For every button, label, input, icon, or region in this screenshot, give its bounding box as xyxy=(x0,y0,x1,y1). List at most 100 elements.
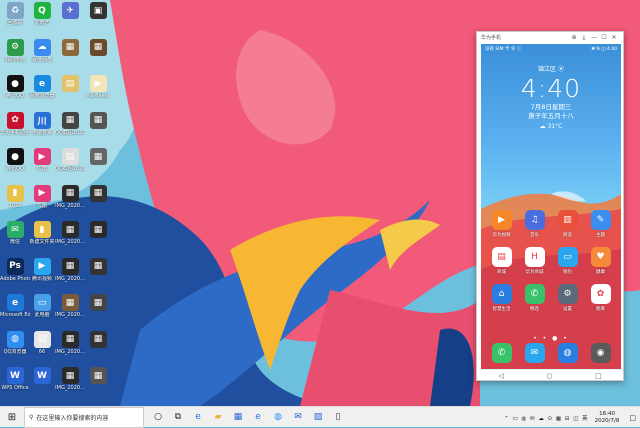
clock-date: 7月8日星期三 xyxy=(530,103,572,111)
desktop-icon[interactable]: PsAdobe Photosho... xyxy=(0,257,30,282)
cortana-icon[interactable]: ○ xyxy=(148,407,168,428)
close-button[interactable]: ✕ xyxy=(609,34,619,41)
pin-icon[interactable]: ⊕ xyxy=(569,34,579,41)
phone-app[interactable]: ✎ 主题 xyxy=(584,210,617,238)
phone-app[interactable]: ▥ 阅读 xyxy=(551,210,584,238)
desktop-icon[interactable]: ▦ xyxy=(83,111,113,130)
desktop-icon-label: 腾讯QQ xyxy=(6,93,24,99)
phone-app[interactable]: ✿ 图库 xyxy=(584,284,617,312)
desktop-icon[interactable]: W xyxy=(27,367,57,385)
desktop-icon-label: QQ截图20200... xyxy=(55,129,85,136)
desktop-icon[interactable]: ▶ PotPlayer xyxy=(83,75,113,99)
desktop-icon[interactable]: ▦ IMG_2020... xyxy=(55,294,85,318)
window-titlebar[interactable]: 华为手机 ⊕ ⤓ — ☐ ✕ xyxy=(477,32,623,43)
desktop-icon[interactable]: ▭ 此电脑 xyxy=(27,294,57,318)
app-icon: ◍ xyxy=(557,343,578,363)
desktop-icon[interactable]: ▦ xyxy=(83,221,113,239)
search-box[interactable]: ⚲ 在这里输入你要搜索的内容 xyxy=(24,406,144,428)
minimize-button[interactable]: — xyxy=(589,34,599,41)
dock-app[interactable]: ◉ xyxy=(584,343,617,365)
app-icon: ✎ xyxy=(590,210,611,230)
taskbar-clock[interactable]: 16:40 2020/7/8 xyxy=(589,411,626,425)
phone-app[interactable]: H 华为商城 xyxy=(518,247,551,275)
desktop-icon[interactable]: ▦ IMG_2020... xyxy=(55,367,85,391)
desktop-icon[interactable]: ▦ xyxy=(83,294,113,312)
desktop-icon[interactable]: ◍ QQ浏览器 xyxy=(0,330,30,355)
desktop-icon[interactable]: ✿ 华为手机助手 xyxy=(0,111,30,136)
desktop-icon-label: Adobe Photosho... xyxy=(0,275,30,282)
desktop-icon[interactable]: ♻ 回收站 xyxy=(0,2,30,26)
back-button[interactable]: ◁ xyxy=(498,372,503,380)
desktop-icon[interactable]: ▦ xyxy=(83,257,113,276)
desktop-icon[interactable]: ▦ IMG_2020... xyxy=(55,330,85,355)
desktop-icon[interactable]: ▤QQ截图20200... xyxy=(55,148,85,172)
store-icon[interactable]: ▦ xyxy=(228,407,248,428)
desktop-icon[interactable]: ✈ xyxy=(55,2,85,20)
phone-icon[interactable]: ▯ xyxy=(328,407,348,428)
desktop-icon[interactable]: ⚙ 我的电脑 xyxy=(0,38,30,63)
recents-button[interactable]: □ xyxy=(595,372,602,380)
desktop-icon[interactable]: ▮ 新建文件夹 xyxy=(27,221,57,245)
desktop-icon[interactable]: ▤ 66 xyxy=(27,330,57,355)
task-view-icon[interactable]: ⧉ xyxy=(168,407,188,428)
desktop-icon[interactable]: ▮ 2020 xyxy=(0,184,30,209)
desktop-icon[interactable]: ● 腾讯QQ xyxy=(0,75,30,99)
phone-mirror-window[interactable]: 华为手机 ⊕ ⤓ — ☐ ✕ 没有 SIM 卡 令 ⓘ ✱ N ◫ 4:40 锦… xyxy=(476,31,624,381)
app-icon: ▥ xyxy=(557,210,578,230)
qq-browser-icon[interactable]: ◍ xyxy=(268,407,288,428)
desktop-icon[interactable]: ▣ xyxy=(83,2,113,20)
phone-app[interactable]: ▤ 商城 xyxy=(485,247,518,275)
phone-app[interactable]: ♥ 健康 xyxy=(584,247,617,275)
desktop-icon[interactable]: ▦ IMG_2020... xyxy=(55,257,85,282)
photos-icon[interactable]: ▨ xyxy=(308,407,328,428)
phone-app[interactable]: ▶ 华为视频 xyxy=(485,210,518,238)
phone-app[interactable]: ✆ 畅连 xyxy=(518,284,551,312)
desktop-icon[interactable]: ▦ IMG_2020... xyxy=(55,184,85,209)
desktop-icon[interactable]: ▦ xyxy=(55,38,85,57)
desktop-icon[interactable]: Q 爱奇艺 xyxy=(27,2,57,26)
edge-icon[interactable]: e xyxy=(188,407,208,428)
phone-app[interactable]: ⚙ 设置 xyxy=(551,284,584,312)
desktop-icon[interactable]: ▦ IMG_2020... xyxy=(55,221,85,245)
maximize-button[interactable]: ☐ xyxy=(599,34,609,41)
phone-app[interactable]: ▭ 钱包 xyxy=(551,247,584,275)
app-label: 设置 xyxy=(563,307,572,312)
file-explorer-icon[interactable]: ▰ xyxy=(208,407,228,428)
dock-app[interactable]: ◍ xyxy=(551,343,584,365)
desktop-icon[interactable]: ▦ xyxy=(83,367,113,385)
desktop-icon[interactable]: e 百度浏览器 xyxy=(27,75,57,99)
desktop-icon[interactable]: ▦QQ截图20200... xyxy=(55,111,85,136)
notification-icon[interactable]: □ xyxy=(625,414,640,422)
tray-icons[interactable]: ⌃ ▭ ◍ ✉ ☁ ⊙ ▦ ⊟ ◫ 英 xyxy=(504,414,589,422)
desktop-icon[interactable]: ▶ 优酷 xyxy=(27,184,57,209)
desktop-icon[interactable]: ✉ 微信 xyxy=(0,221,30,245)
start-button[interactable]: ⊞ xyxy=(0,407,24,428)
dock-app[interactable]: ✉ xyxy=(518,343,551,365)
edge-icon-2[interactable]: e xyxy=(248,407,268,428)
clock-time[interactable]: 4:40 xyxy=(481,74,621,103)
mail-icon[interactable]: ✉ xyxy=(288,407,308,428)
desktop-icon[interactable]: ▶ 腾讯视频 xyxy=(27,257,57,282)
desktop-icon[interactable]: ▤ xyxy=(55,75,85,93)
desktop-icon-image: ▦ xyxy=(61,330,79,348)
phone-screen[interactable]: 没有 SIM 卡 令 ⓘ ✱ N ◫ 4:40 锦江区 ⦿ 4:40 7月8日星… xyxy=(481,44,621,370)
desktop-icon[interactable]: ▶ 优酷 xyxy=(27,148,57,172)
home-button[interactable]: ○ xyxy=(546,372,552,380)
search-placeholder: 在这里输入你要搜索的内容 xyxy=(36,414,109,422)
desktop-icon[interactable]: ▦ xyxy=(83,38,113,57)
desktop-icon-label: Microsoft Edge xyxy=(0,312,30,318)
phone-app[interactable]: ⌂ 智慧生活 xyxy=(485,284,518,312)
desktop-icon[interactable]: ☁ 百度网盘 xyxy=(27,38,57,63)
download-icon[interactable]: ⤓ xyxy=(579,34,589,42)
desktop-icon[interactable]: ▦ xyxy=(83,330,113,349)
desktop-icon[interactable]: ▦ xyxy=(83,148,113,166)
weather-widget[interactable]: ☁ 31°C xyxy=(481,123,621,130)
app-icon: ⌂ xyxy=(491,284,512,304)
desktop-icon[interactable]: ● 腾讯QQ xyxy=(0,148,30,172)
desktop-icon[interactable]: ▦ xyxy=(83,184,113,203)
desktop-icon[interactable]: 川电脑管家 xyxy=(27,111,57,136)
dock-app[interactable]: ✆ xyxy=(485,343,518,365)
desktop-icon[interactable]: W WPS Office xyxy=(0,367,30,391)
desktop-icon[interactable]: eMicrosoft Edge xyxy=(0,294,30,318)
phone-app[interactable]: ♫ 音乐 xyxy=(518,210,551,238)
